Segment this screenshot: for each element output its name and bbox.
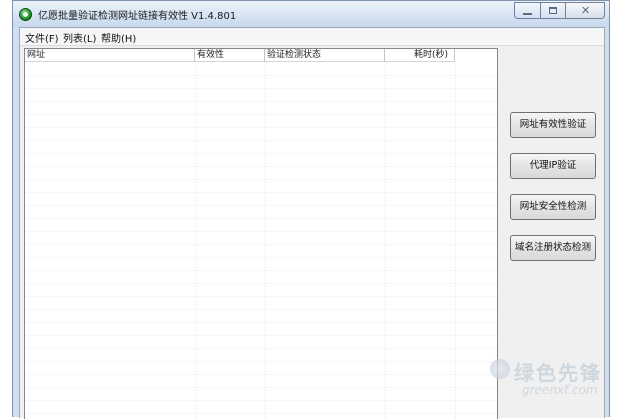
- minimize-icon: [523, 13, 532, 15]
- list-column-gridline: [455, 62, 456, 419]
- column-header-elapsed[interactable]: 耗时(秒): [385, 49, 455, 62]
- title-bar[interactable]: 亿愿批量验证检测网址链接有效性 V1.4.801 ✕: [13, 1, 609, 27]
- validate-proxy-ip-button[interactable]: 代理IP验证: [510, 153, 596, 179]
- app-window: 亿愿批量验证检测网址链接有效性 V1.4.801 ✕ 文件(F) 列表(L) 帮…: [12, 0, 610, 419]
- list-row-gridline: [25, 413, 497, 414]
- list-row-gridline: [25, 270, 497, 271]
- list-row-gridline: [25, 153, 497, 154]
- url-security-check-button[interactable]: 网址安全性检测: [510, 194, 596, 220]
- app-icon: [19, 8, 32, 21]
- list-row-gridline: [25, 322, 497, 323]
- list-row-gridline: [25, 88, 497, 89]
- list-row-gridline: [25, 283, 497, 284]
- column-header-validity[interactable]: 有效性: [195, 49, 265, 62]
- list-row-gridline: [25, 205, 497, 206]
- maximize-button[interactable]: [540, 2, 565, 19]
- list-row-gridline: [25, 400, 497, 401]
- list-row-gridline: [25, 114, 497, 115]
- list-row-gridline: [25, 309, 497, 310]
- maximize-icon: [549, 7, 557, 14]
- domain-registration-check-button[interactable]: 域名注册状态检测: [510, 235, 596, 261]
- list-row-gridline: [25, 192, 497, 193]
- window-title: 亿愿批量验证检测网址链接有效性 V1.4.801: [38, 11, 237, 22]
- minimize-button[interactable]: [514, 2, 540, 19]
- list-row-gridline: [25, 296, 497, 297]
- list-row-gridline: [25, 374, 497, 375]
- list-row-gridline: [25, 387, 497, 388]
- column-header-status[interactable]: 验证检测状态: [265, 49, 385, 62]
- menu-file[interactable]: 文件(F): [25, 30, 59, 45]
- url-list-view[interactable]: 网址 有效性 验证检测状态 耗时(秒): [24, 48, 498, 419]
- list-row-gridline: [25, 101, 497, 102]
- column-header-url[interactable]: 网址: [25, 49, 195, 62]
- list-row-gridline: [25, 244, 497, 245]
- list-row-gridline: [25, 257, 497, 258]
- menu-bar: 文件(F) 列表(L) 帮助(H): [20, 28, 604, 46]
- list-row-gridline: [25, 335, 497, 336]
- list-column-gridline: [385, 62, 386, 419]
- caption-buttons: ✕: [514, 2, 605, 20]
- list-column-gridline: [265, 62, 266, 419]
- list-row-gridline: [25, 179, 497, 180]
- watermark-text: 绿色先锋: [514, 361, 602, 385]
- list-row-gridline: [25, 361, 497, 362]
- watermark-logo-icon: [490, 359, 510, 379]
- list-row-gridline: [25, 127, 497, 128]
- list-row-gridline: [25, 140, 497, 141]
- watermark-url: greenxf.com: [522, 383, 598, 397]
- list-row-gridline: [25, 166, 497, 167]
- close-icon: ✕: [581, 4, 591, 17]
- menu-help[interactable]: 帮助(H): [101, 30, 136, 45]
- validate-url-button[interactable]: 网址有效性验证: [510, 112, 596, 138]
- close-button[interactable]: ✕: [565, 2, 605, 19]
- list-row-gridline: [25, 75, 497, 76]
- list-row-gridline: [25, 231, 497, 232]
- menu-list[interactable]: 列表(L): [63, 30, 96, 45]
- list-row-gridline: [25, 348, 497, 349]
- list-column-gridline: [195, 62, 196, 419]
- list-row-gridline: [25, 218, 497, 219]
